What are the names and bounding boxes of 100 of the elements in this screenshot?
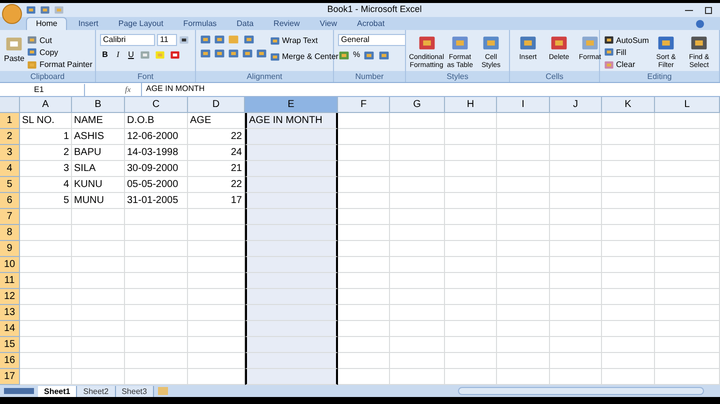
column-header[interactable]: D xyxy=(188,97,245,113)
clear-button[interactable]: Clear xyxy=(604,58,649,71)
autosum-button[interactable]: AutoSum xyxy=(604,34,649,46)
format-painter-button[interactable]: Format Painter xyxy=(27,58,92,71)
table-cell xyxy=(655,209,720,225)
table-cell: AGE IN MONTH xyxy=(245,113,338,129)
row-header[interactable]: 1 xyxy=(0,113,20,129)
ribbon-tab[interactable]: View xyxy=(310,18,346,30)
wrap-text-button[interactable]: Wrap Text xyxy=(270,34,338,47)
horizontal-scrollbar[interactable] xyxy=(458,387,704,395)
sheet-tab[interactable]: Sheet1 xyxy=(38,386,78,396)
number-format-field[interactable]: General xyxy=(338,34,406,46)
table-cell xyxy=(550,209,602,225)
table-cell xyxy=(602,353,655,369)
ribbon-tab[interactable]: Data xyxy=(228,18,263,30)
ribbon-tab[interactable]: Home xyxy=(26,17,68,30)
cut-button[interactable]: Cut xyxy=(27,34,92,46)
table-cell xyxy=(497,113,550,129)
table-cell xyxy=(655,257,720,273)
formula-label[interactable]: fx xyxy=(125,84,137,96)
sheet-tab[interactable]: Sheet2 xyxy=(77,386,116,396)
table-cell xyxy=(20,321,72,337)
row-header[interactable]: 8 xyxy=(0,225,20,241)
row-header[interactable]: 11 xyxy=(0,273,20,289)
office-button[interactable] xyxy=(2,4,22,24)
column-header[interactable]: C xyxy=(125,97,188,113)
row-header[interactable]: 13 xyxy=(0,305,20,321)
italic-button[interactable]: I xyxy=(113,49,123,61)
font-size-field[interactable]: 11 xyxy=(157,34,177,46)
column-header[interactable]: L xyxy=(655,97,720,113)
sheet-tab[interactable]: Sheet3 xyxy=(116,386,154,396)
table-cell xyxy=(655,321,720,337)
table-cell xyxy=(72,337,125,353)
table-cell xyxy=(655,353,720,369)
column-header[interactable]: B xyxy=(72,97,125,113)
table-cell xyxy=(20,305,72,321)
table-cell xyxy=(20,273,72,289)
copy-button[interactable]: Copy xyxy=(27,46,92,59)
table-cell xyxy=(390,225,445,241)
ribbon-tab[interactable]: Page Layout xyxy=(109,18,172,30)
table-cell xyxy=(445,129,497,145)
table-cell xyxy=(445,177,497,193)
underline-button[interactable]: U xyxy=(126,49,136,61)
table-cell xyxy=(602,209,655,225)
merge-button[interactable]: Merge & Center xyxy=(270,50,338,63)
restore-icon[interactable] xyxy=(705,6,712,14)
formula-field[interactable]: AGE IN MONTH xyxy=(141,83,720,96)
table-cell xyxy=(655,113,720,129)
table-cell xyxy=(20,241,72,257)
table-cell xyxy=(602,305,655,321)
ribbon-tab[interactable]: Formulas xyxy=(174,18,226,30)
table-cell xyxy=(72,209,125,225)
row-header[interactable]: 14 xyxy=(0,321,20,337)
row-header[interactable]: 15 xyxy=(0,337,20,353)
column-header[interactable]: H xyxy=(445,97,497,113)
font-family-field[interactable]: Calibri xyxy=(100,34,155,46)
row-header[interactable]: 10 xyxy=(0,257,20,273)
table-cell xyxy=(390,241,445,257)
name-box[interactable]: E1 xyxy=(0,84,85,96)
table-cell: 2 xyxy=(20,145,72,161)
row-header[interactable]: 7 xyxy=(0,209,20,225)
paste-button[interactable]: Paste xyxy=(4,34,24,71)
group-label: Styles xyxy=(406,71,509,82)
column-header[interactable]: J xyxy=(550,97,602,113)
table-cell xyxy=(390,145,445,161)
column-header[interactable]: F xyxy=(338,97,390,113)
table-cell: 30-09-2000 xyxy=(125,161,188,177)
row-header[interactable]: 12 xyxy=(0,289,20,305)
table-cell xyxy=(125,337,188,353)
column-header[interactable]: A xyxy=(20,97,72,113)
row-header[interactable]: 9 xyxy=(0,241,20,257)
row-header[interactable]: 16 xyxy=(0,353,20,369)
table-cell: 4 xyxy=(20,177,72,193)
table-cell xyxy=(72,353,125,369)
row-header[interactable]: 17 xyxy=(0,369,20,385)
table-cell xyxy=(390,305,445,321)
row-header[interactable]: 5 xyxy=(0,177,20,193)
table-cell xyxy=(655,305,720,321)
ribbon-tab[interactable]: Acrobat xyxy=(348,18,394,30)
select-all-corner[interactable] xyxy=(0,97,20,113)
column-header[interactable]: I xyxy=(497,97,550,113)
fill-button[interactable]: Fill xyxy=(604,46,649,59)
ribbon-tab[interactable]: Insert xyxy=(69,18,108,30)
column-header[interactable]: E xyxy=(245,97,338,113)
row-header[interactable]: 3 xyxy=(0,145,20,161)
table-cell xyxy=(655,129,720,145)
column-header[interactable]: G xyxy=(390,97,445,113)
table-cell: 5 xyxy=(20,193,72,209)
bold-button[interactable]: B xyxy=(100,49,110,61)
table-cell xyxy=(550,337,602,353)
ribbon-tab[interactable]: Review xyxy=(264,18,309,30)
column-header[interactable]: K xyxy=(602,97,655,113)
table-cell xyxy=(602,273,655,289)
row-header[interactable]: 6 xyxy=(0,193,20,209)
row-header[interactable]: 4 xyxy=(0,161,20,177)
row-header[interactable]: 2 xyxy=(0,129,20,145)
table-cell xyxy=(125,241,188,257)
percent-button[interactable]: % xyxy=(353,49,360,61)
table-cell xyxy=(445,225,497,241)
table-cell xyxy=(338,145,390,161)
